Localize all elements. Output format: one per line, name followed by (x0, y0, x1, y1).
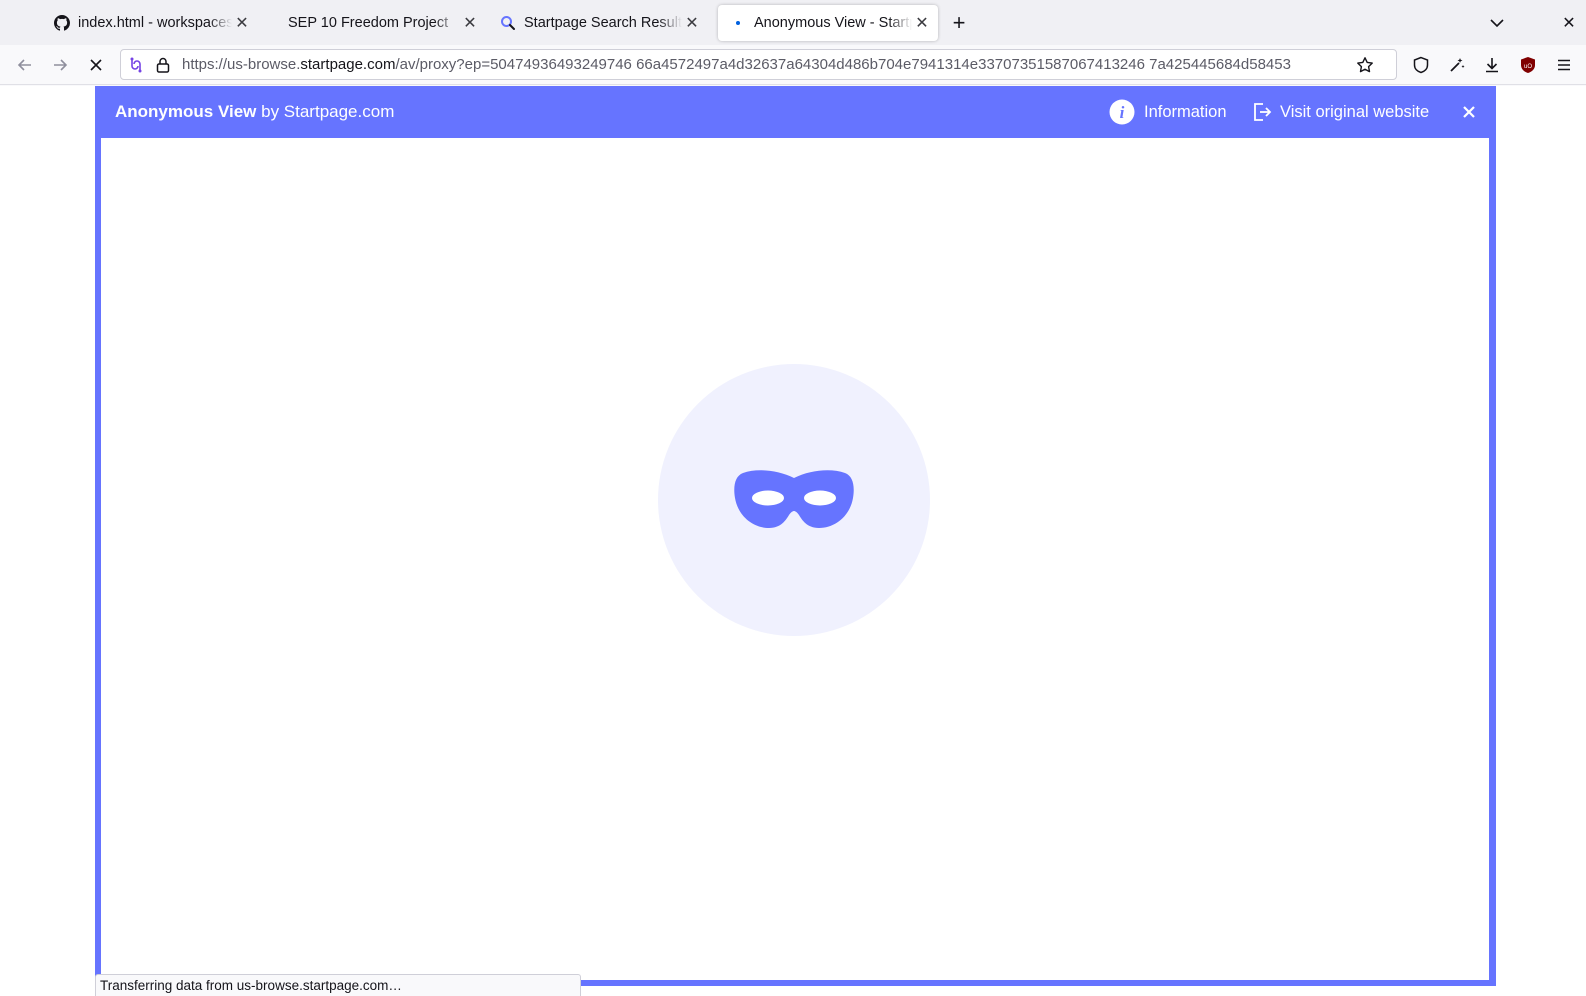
bookmark-star-icon[interactable] (1356, 56, 1374, 74)
chevron-down-icon[interactable] (1486, 12, 1508, 34)
svg-text:uO: uO (1524, 64, 1532, 70)
ublock-origin-icon[interactable]: uO (1516, 53, 1540, 77)
url-bar[interactable]: https://us-browse.startpage.com/av/proxy… (120, 49, 1397, 80)
anonymous-mask-icon (734, 470, 854, 528)
tracking-protection-icon[interactable] (127, 56, 145, 74)
tab-startpage-search[interactable]: Startpage Search Results ✕ (488, 5, 708, 41)
tab-title: SEP 10 Freedom Project (288, 15, 449, 31)
loading-dot-icon (730, 15, 746, 31)
svg-text:i: i (1120, 103, 1125, 122)
stop-loading-icon[interactable] (84, 53, 108, 77)
tab-title: Anonymous View - Startpage (754, 15, 912, 31)
anonymous-view-frame: Anonymous View by Startpage.com i Inform… (95, 86, 1496, 986)
shield-icon[interactable] (1409, 53, 1433, 77)
status-bar: Transferring data from us-browse.startpa… (95, 974, 581, 996)
back-arrow-icon[interactable] (13, 53, 37, 77)
exit-icon (1252, 101, 1272, 123)
close-icon[interactable]: ✕ (460, 13, 480, 33)
anonymous-view-title: Anonymous View by Startpage.com (115, 102, 395, 121)
visit-original-website-label: Visit original website (1280, 102, 1430, 121)
url-text[interactable]: https://us-browse.startpage.com/av/proxy… (182, 56, 1364, 73)
extension-magic-icon[interactable] (1445, 53, 1469, 77)
information-button[interactable]: i Information (1109, 98, 1227, 126)
download-icon[interactable] (1480, 53, 1504, 77)
anonymous-view-content (101, 138, 1489, 980)
tab-bar: index.html - workspaces [C ✕ SEP 10 Free… (0, 0, 1586, 45)
window-close-icon[interactable]: ✕ (1558, 12, 1580, 34)
tab-title: Startpage Search Results (524, 15, 682, 31)
info-icon: i (1109, 99, 1135, 125)
information-label: Information (1144, 102, 1227, 121)
tab-github-index[interactable]: index.html - workspaces [C ✕ (42, 5, 258, 41)
navigation-toolbar: https://us-browse.startpage.com/av/proxy… (0, 45, 1586, 85)
hamburger-menu-icon[interactable] (1552, 53, 1576, 77)
close-icon[interactable] (1458, 101, 1480, 123)
tab-sep10-freedom[interactable]: SEP 10 Freedom Project ✕ (264, 5, 486, 41)
forward-arrow-icon[interactable] (48, 53, 72, 77)
tab-anonymous-view[interactable]: Anonymous View - Startpage ✕ (718, 5, 938, 41)
close-icon[interactable]: ✕ (682, 13, 702, 33)
visit-original-website-button[interactable]: Visit original website (1252, 98, 1429, 126)
close-icon[interactable]: ✕ (232, 13, 252, 33)
new-tab-button[interactable]: + (947, 10, 971, 35)
page-content: Anonymous View by Startpage.com i Inform… (0, 86, 1586, 996)
startpage-search-icon (500, 15, 516, 31)
tab-title: index.html - workspaces [C (78, 15, 232, 31)
close-icon[interactable]: ✕ (912, 13, 932, 33)
lock-icon[interactable] (154, 56, 172, 74)
loading-mask-circle (658, 364, 930, 636)
anonymous-view-header: Anonymous View by Startpage.com i Inform… (95, 86, 1496, 138)
github-icon (54, 15, 70, 31)
